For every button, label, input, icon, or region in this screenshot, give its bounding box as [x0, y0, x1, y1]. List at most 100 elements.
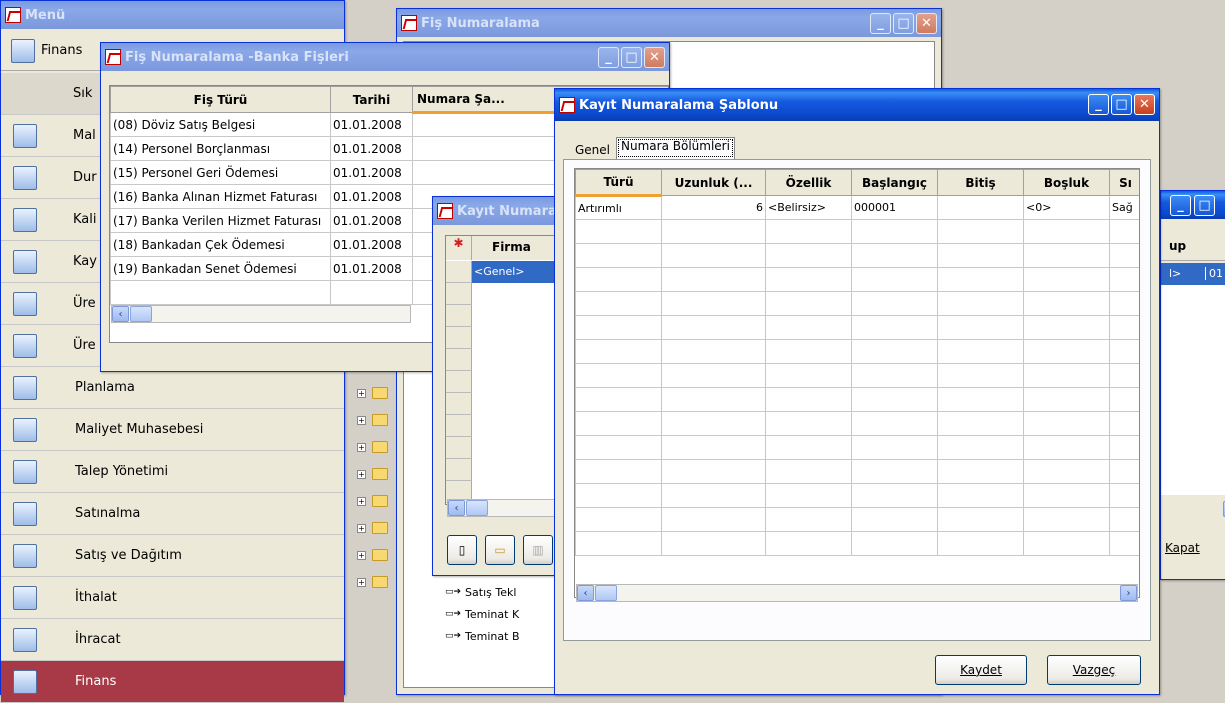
scroll-left-icon[interactable]: ‹ — [577, 585, 594, 601]
row-selector[interactable] — [446, 305, 472, 327]
row-selector[interactable] — [446, 415, 472, 437]
cancel-button[interactable]: Vazgeç — [1047, 655, 1141, 685]
table-cell[interactable] — [765, 363, 852, 388]
table-cell[interactable] — [1109, 267, 1139, 292]
table-cell[interactable] — [765, 267, 852, 292]
tree-node[interactable]: + — [357, 576, 388, 588]
table-cell[interactable] — [661, 267, 766, 292]
table-cell[interactable] — [937, 507, 1024, 532]
table-cell[interactable] — [1109, 291, 1139, 316]
tree-node[interactable]: + — [357, 441, 388, 453]
right-selected-row[interactable]: l> 01 — [1161, 263, 1225, 285]
minimize-button[interactable]: _ — [1088, 94, 1109, 115]
table-cell[interactable] — [1023, 435, 1110, 460]
new-document-icon[interactable]: ▯ — [447, 535, 477, 565]
table-row[interactable] — [575, 507, 1139, 532]
table-cell[interactable] — [661, 219, 766, 244]
table-cell[interactable] — [575, 531, 662, 556]
table-cell[interactable] — [1109, 483, 1139, 508]
open-folder-icon[interactable]: ▭ — [485, 535, 515, 565]
table-cell[interactable]: Artırımlı — [575, 195, 662, 220]
table-cell[interactable]: (18) Bankadan Çek Ödemesi — [110, 232, 331, 257]
table-cell[interactable]: 01.01.2008 — [330, 184, 413, 209]
column-header[interactable]: Uzunluk (... — [661, 169, 766, 196]
table-cell[interactable] — [1023, 387, 1110, 412]
table-cell[interactable] — [1109, 315, 1139, 340]
table-row[interactable] — [575, 291, 1139, 316]
save-button[interactable]: Kaydet — [935, 655, 1027, 685]
column-header[interactable]: Sı — [1109, 169, 1139, 196]
table-cell[interactable]: (14) Personel Borçlanması — [110, 136, 331, 161]
table-cell[interactable] — [575, 411, 662, 436]
table-cell[interactable] — [937, 195, 1024, 220]
table-cell[interactable] — [937, 267, 1024, 292]
table-cell[interactable] — [851, 363, 938, 388]
table-cell[interactable] — [937, 243, 1024, 268]
scroll-thumb[interactable] — [595, 585, 617, 601]
table-cell[interactable] — [765, 339, 852, 364]
table-cell[interactable] — [1023, 483, 1110, 508]
table-cell[interactable] — [765, 435, 852, 460]
table-cell[interactable] — [575, 507, 662, 532]
table-cell[interactable]: 01.01.2008 — [330, 208, 413, 233]
tree-leaf[interactable]: ▭➔ Satış Tekl — [445, 581, 520, 603]
table-cell[interactable] — [1023, 459, 1110, 484]
scroll-right-icon[interactable]: › — [1120, 585, 1137, 601]
table-cell[interactable] — [937, 219, 1024, 244]
close-button[interactable]: ✕ — [1134, 94, 1155, 115]
grid-corner-icon[interactable]: ✱ — [446, 236, 472, 260]
table-cell[interactable] — [851, 459, 938, 484]
delete-icon[interactable]: ▥ — [523, 535, 553, 565]
tab-genel[interactable]: Genel — [569, 141, 616, 159]
table-cell[interactable] — [851, 507, 938, 532]
table-cell[interactable]: 01.01.2008 — [330, 232, 413, 257]
table-cell[interactable] — [937, 363, 1024, 388]
expand-icon[interactable]: + — [357, 442, 366, 452]
table-cell[interactable] — [1109, 219, 1139, 244]
table-cell[interactable] — [765, 507, 852, 532]
tab-numara-bolumleri[interactable]: Numara Bölümleri — [616, 137, 735, 159]
table-cell[interactable] — [937, 291, 1024, 316]
table-row[interactable] — [575, 387, 1139, 412]
column-header[interactable]: Türü — [575, 169, 662, 197]
table-cell[interactable] — [575, 339, 662, 364]
menu-item[interactable]: Maliyet Muhasebesi — [1, 409, 344, 451]
table-cell[interactable] — [1109, 339, 1139, 364]
table-cell[interactable]: (17) Banka Verilen Hizmet Faturası — [110, 208, 331, 233]
expand-icon[interactable]: + — [357, 388, 366, 398]
table-row[interactable] — [575, 531, 1139, 556]
table-cell[interactable] — [661, 507, 766, 532]
table-row[interactable] — [575, 411, 1139, 436]
table-cell[interactable] — [765, 291, 852, 316]
close-button[interactable]: ✕ — [644, 47, 665, 68]
table-cell[interactable]: 01.01.2008 — [330, 160, 413, 185]
column-header[interactable]: Başlangıç — [851, 169, 938, 196]
table-cell[interactable] — [851, 267, 938, 292]
close-button[interactable]: ✕ — [916, 13, 937, 34]
table-cell[interactable] — [1109, 243, 1139, 268]
table-cell[interactable] — [1109, 387, 1139, 412]
table-cell[interactable]: (15) Personel Geri Ödemesi — [110, 160, 331, 185]
table-cell[interactable] — [937, 435, 1024, 460]
menu-item[interactable]: İthalat — [1, 577, 344, 619]
table-cell[interactable] — [937, 315, 1024, 340]
menu-item[interactable]: Satınalma — [1, 493, 344, 535]
table-cell[interactable] — [765, 531, 852, 556]
table-cell[interactable] — [1109, 411, 1139, 436]
table-cell[interactable] — [765, 483, 852, 508]
table-cell[interactable] — [575, 291, 662, 316]
sablon-hscroll[interactable]: ‹ › — [576, 584, 1138, 602]
tree-node[interactable]: + — [357, 468, 388, 480]
table-cell[interactable]: <Belirsiz> — [765, 195, 852, 220]
row-selector[interactable] — [446, 371, 472, 393]
table-row[interactable] — [575, 339, 1139, 364]
table-row[interactable] — [575, 315, 1139, 340]
menu-item[interactable]: İhracat — [1, 619, 344, 661]
table-cell[interactable] — [661, 459, 766, 484]
table-row[interactable] — [575, 435, 1139, 460]
table-cell[interactable] — [661, 531, 766, 556]
table-cell[interactable] — [1023, 531, 1110, 556]
table-cell[interactable] — [661, 243, 766, 268]
table-row[interactable] — [575, 363, 1139, 388]
row-selector[interactable] — [446, 327, 472, 349]
